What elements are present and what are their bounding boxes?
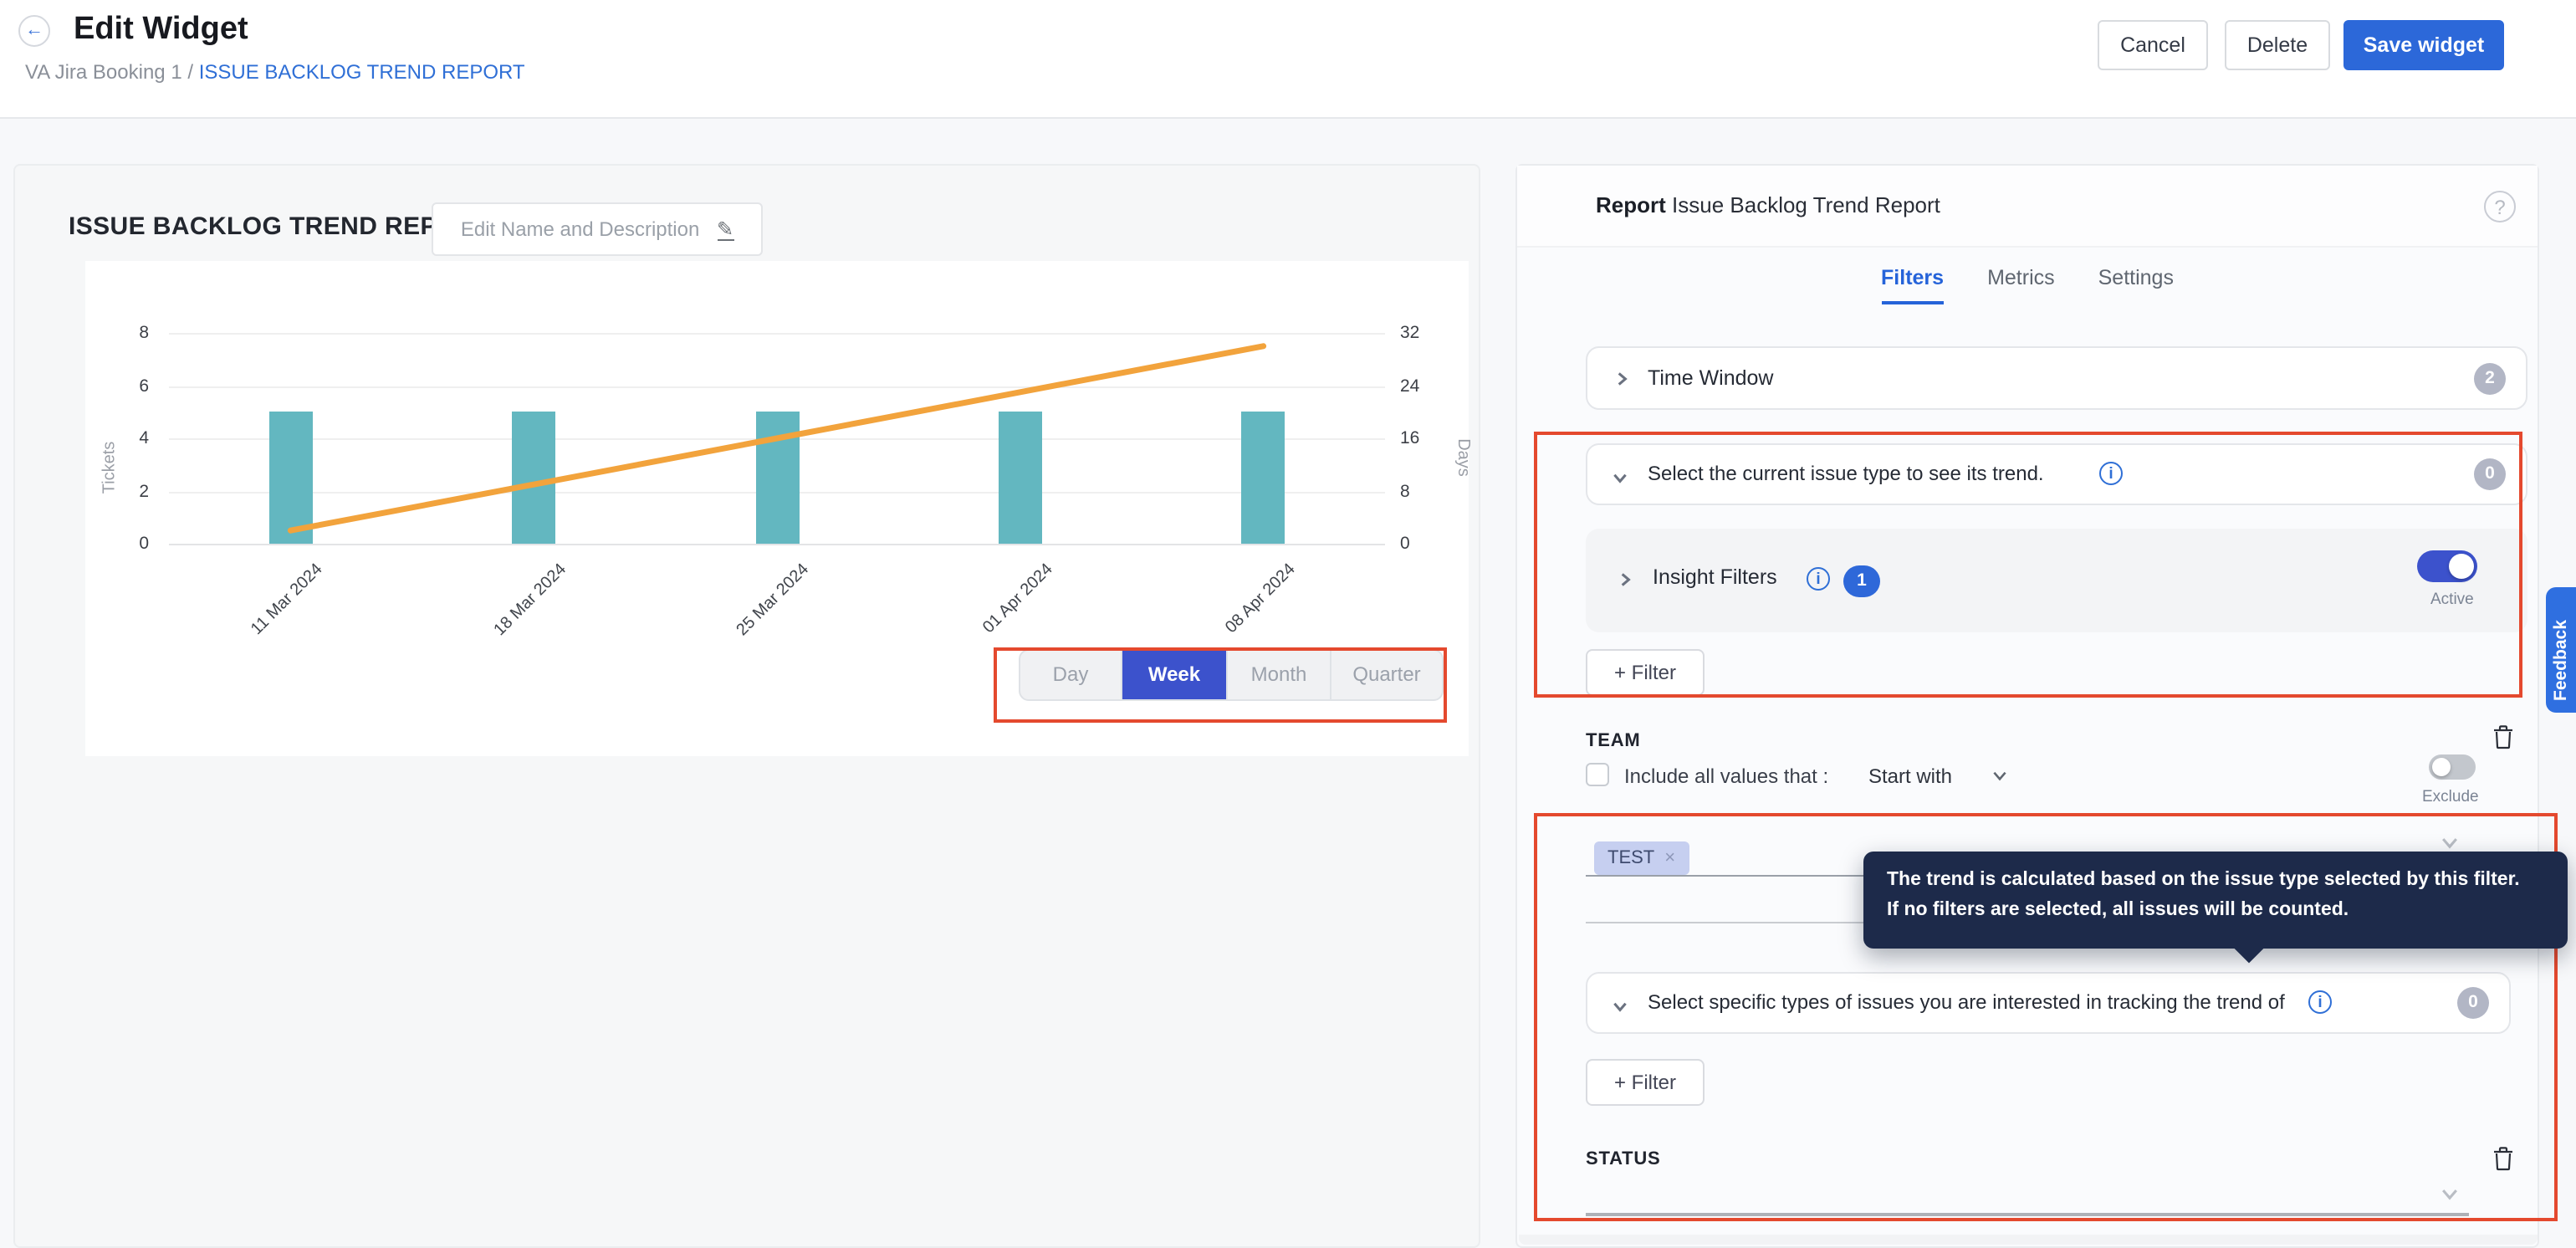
exclude-toggle-label: Exclude (2422, 788, 2479, 806)
report-config-panel: Report Issue Backlog Trend Report ? Filt… (1515, 164, 2539, 1248)
breadcrumb-current[interactable]: ISSUE BACKLOG TREND REPORT (199, 60, 525, 84)
status-field-label: STATUS (1586, 1149, 1661, 1169)
trash-icon[interactable] (2492, 1146, 2514, 1171)
tab-filters[interactable]: Filters (1881, 266, 1944, 304)
tooltip-line-1: The trend is calculated based on the iss… (1887, 867, 2544, 897)
operator-select[interactable]: Start with (1868, 765, 1952, 788)
chevron-down-icon (1611, 997, 1629, 1015)
tab-metrics[interactable]: Metrics (1987, 266, 2055, 304)
chevron-down-icon (1611, 468, 1629, 487)
active-toggle-label: Active (2430, 591, 2474, 609)
breadcrumb-parent: VA Jira Booking 1 / (25, 60, 199, 84)
breadcrumb: VA Jira Booking 1 / ISSUE BACKLOG TREND … (25, 60, 525, 84)
help-icon[interactable]: ? (2484, 191, 2516, 222)
edit-name-description-button[interactable]: Edit Name and Description ✎ (432, 202, 763, 256)
toggle-knob (2449, 554, 2474, 579)
specific-types-label: Select specific types of issues you are … (1648, 990, 2285, 1014)
delete-button[interactable]: Delete (2225, 20, 2330, 70)
issue-type-section[interactable]: Select the current issue type to see its… (1586, 443, 2527, 505)
insight-filters-badge: 1 (1843, 565, 1880, 597)
screen: ← Edit Widget VA Jira Booking 1 / ISSUE … (0, 0, 2576, 1248)
active-toggle[interactable] (2417, 550, 2477, 582)
info-icon[interactable]: i (2099, 462, 2123, 485)
status-select-underline[interactable] (1586, 1213, 2469, 1216)
widget-title: ISSUE BACKLOG TREND REPORT (69, 212, 491, 241)
edit-widget-page: ← Edit Widget VA Jira Booking 1 / ISSUE … (0, 0, 2576, 1248)
widget-preview-card: ISSUE BACKLOG TREND REPORT Edit Name and… (13, 164, 1480, 1248)
time-window-section[interactable]: Time Window 2 (1586, 346, 2527, 410)
time-window-label: Time Window (1648, 366, 1774, 390)
info-icon[interactable]: i (1807, 567, 1830, 591)
chevron-down-icon[interactable] (2439, 831, 2461, 853)
panel-footer (1519, 1235, 2538, 1245)
chevron-right-icon (1616, 570, 1634, 589)
back-button[interactable]: ← (18, 15, 50, 47)
tab-settings[interactable]: Settings (2098, 266, 2174, 304)
close-icon[interactable]: × (1664, 848, 1675, 868)
page-title: Edit Widget (74, 12, 248, 49)
trash-icon[interactable] (2492, 724, 2514, 749)
top-header: ← Edit Widget VA Jira Booking 1 / ISSUE … (0, 0, 2576, 119)
pencil-icon: ✎ (717, 219, 733, 241)
insight-filters-card[interactable]: Insight Filters i 1 Active (1586, 529, 2527, 632)
time-window-badge: 2 (2474, 362, 2506, 394)
add-filter-button[interactable]: + Filter (1586, 649, 1705, 696)
chevron-down-icon[interactable] (2439, 1183, 2461, 1205)
info-icon[interactable]: i (2308, 990, 2332, 1014)
team-field-label: TEAM (1586, 731, 1641, 751)
back-arrow-icon: ← (25, 20, 43, 40)
filter-tooltip: The trend is calculated based on the iss… (1863, 852, 2568, 949)
insight-filters-label: Insight Filters (1653, 565, 1777, 589)
report-title: Report Issue Backlog Trend Report (1596, 192, 1940, 217)
specific-types-badge: 0 (2457, 987, 2489, 1019)
specific-types-section[interactable]: Select specific types of issues you are … (1586, 972, 2511, 1034)
trend-line (85, 261, 1469, 756)
add-filter-button[interactable]: + Filter (1586, 1059, 1705, 1106)
trend-chart: Tickets Days 002841662483211 Mar 202418 … (85, 261, 1469, 756)
toggle-knob (2432, 758, 2451, 776)
save-widget-button[interactable]: Save widget (2343, 20, 2504, 70)
feedback-tab[interactable]: Feedback (2546, 587, 2576, 713)
report-tabs: Filters Metrics Settings (1517, 266, 2538, 304)
include-all-values-checkbox[interactable] (1586, 763, 1609, 786)
tooltip-line-2: If no filters are selected, all issues w… (1887, 897, 2544, 927)
cancel-button[interactable]: Cancel (2098, 20, 2208, 70)
issue-type-label: Select the current issue type to see its… (1648, 462, 2044, 485)
exclude-toggle[interactable] (2429, 754, 2476, 780)
issue-type-badge: 0 (2474, 458, 2506, 490)
chevron-right-icon (1613, 370, 1631, 388)
chevron-down-icon[interactable] (1991, 766, 2009, 785)
team-value-chip[interactable]: TEST× (1594, 841, 1689, 875)
include-values-label: Include all values that : (1624, 765, 1828, 788)
